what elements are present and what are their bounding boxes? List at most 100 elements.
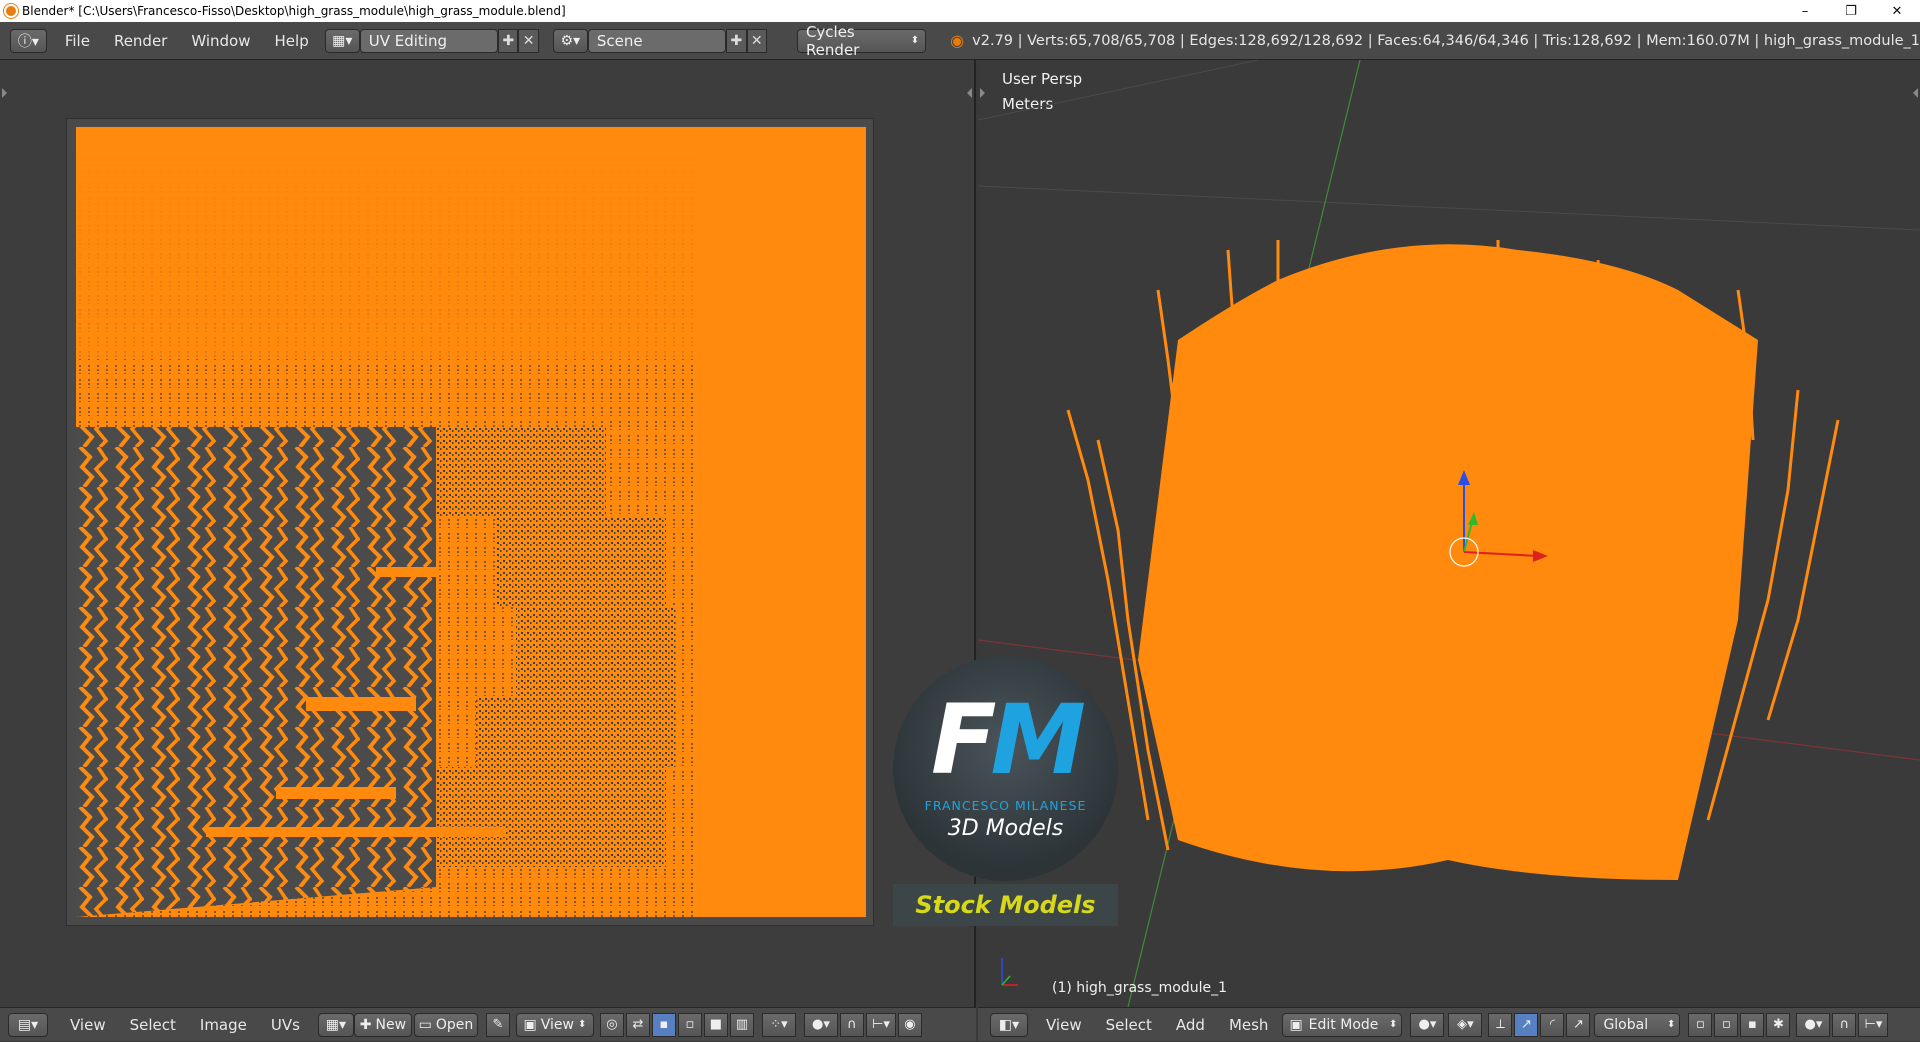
info-icon: ⓘ▾: [17, 33, 39, 50]
screen-layout-browse-button[interactable]: ▦▾: [324, 28, 360, 53]
face-select-icon: ■: [709, 1017, 723, 1032]
proportional-edit-dropdown[interactable]: ●▾: [803, 1012, 838, 1037]
new-image-button[interactable]: ✚ New: [353, 1012, 412, 1037]
render-slot-button[interactable]: ◉: [897, 1012, 922, 1037]
vertex-select-icon: ▪: [659, 1017, 669, 1032]
snap-element-dropdown[interactable]: ⊢▾: [1858, 1012, 1889, 1037]
view-mode-dropdown[interactable]: ▣ View ⬍: [515, 1012, 594, 1037]
proportional-edit-dropdown[interactable]: ●▾: [1796, 1012, 1831, 1037]
sync-icon: ⇄: [632, 1017, 644, 1032]
translate-manipulator-button[interactable]: ↗: [1514, 1012, 1539, 1037]
plus-icon: ✚: [730, 32, 743, 49]
close-icon: ✕: [750, 32, 763, 49]
island-select-icon: ▥: [735, 1017, 749, 1032]
screen-layout-field[interactable]: UV Editing: [359, 28, 499, 53]
image-browse-button[interactable]: ▦▾: [317, 1012, 354, 1037]
region-arrow-icon[interactable]: [962, 88, 972, 98]
add-screen-button[interactable]: ✚: [498, 28, 519, 53]
mode-dropdown[interactable]: ▣ Edit Mode ⬍: [1282, 1012, 1403, 1037]
face-select-button[interactable]: ■: [703, 1012, 728, 1037]
editor-type-button[interactable]: ◧▾: [990, 1012, 1028, 1037]
pivot-dropdown[interactable]: ◈▾: [1448, 1012, 1483, 1037]
blender-logo-icon: [4, 4, 18, 18]
orientation-label: Global: [1603, 1016, 1649, 1033]
edge-select-icon: ▫: [685, 1017, 695, 1032]
vp-menu-view[interactable]: View: [1034, 1008, 1094, 1042]
scene-field[interactable]: Scene: [587, 28, 727, 53]
plus-icon: ✚: [502, 32, 515, 49]
menu-help[interactable]: Help: [263, 22, 321, 60]
add-scene-button[interactable]: ✚: [726, 28, 747, 53]
vp-menu-mesh[interactable]: Mesh: [1217, 1008, 1281, 1042]
viewport-header: ◧▾ View Select Add Mesh ▣ Edit Mode ⬍ ●▾…: [978, 1007, 1920, 1041]
uv-menu-image[interactable]: Image: [188, 1008, 259, 1042]
pin-image-button[interactable]: ✎: [485, 1012, 510, 1037]
editor-type-info-button[interactable]: ⓘ▾: [10, 28, 47, 53]
limit-selection-icon: ✱: [1772, 1017, 1784, 1032]
minimize-button[interactable]: –: [1782, 0, 1828, 22]
render-engine-dropdown[interactable]: Cycles Render ⬍: [796, 23, 927, 59]
snap-element-dropdown[interactable]: ⊢▾: [865, 1012, 896, 1037]
sticky-selection-dropdown[interactable]: ⁘▾: [761, 1012, 796, 1037]
snap-element-icon: ⊢▾: [1864, 1017, 1883, 1032]
info-header: ⓘ▾ File Render Window Help ▦▾ UV Editing…: [0, 22, 1920, 60]
close-button[interactable]: ✕: [1874, 0, 1920, 22]
orientation-dropdown[interactable]: Global ⬍: [1594, 1012, 1681, 1037]
open-image-button[interactable]: ▭ Open: [413, 1012, 478, 1037]
uv-map-canvas[interactable]: [76, 127, 866, 917]
logo-letter-m: M: [990, 684, 1087, 796]
proportional-icon: ●▾: [812, 1017, 830, 1032]
menu-window[interactable]: Window: [179, 22, 262, 60]
island-select-button[interactable]: ▥: [729, 1012, 754, 1037]
axis-indicator: [1001, 958, 1018, 986]
vp-menu-add[interactable]: Add: [1164, 1008, 1217, 1042]
face-select-icon: ▪: [1748, 1017, 1757, 1032]
delete-scene-button[interactable]: ✕: [746, 28, 767, 53]
face-select-button[interactable]: ▪: [1740, 1012, 1765, 1037]
editor-type-button[interactable]: ▤▾: [8, 1012, 48, 1037]
scale-manipulator-button[interactable]: ↗: [1566, 1012, 1591, 1037]
vertex-select-button[interactable]: ▪: [651, 1012, 676, 1037]
pivot-button[interactable]: ◎: [599, 1012, 624, 1037]
scene-browse-button[interactable]: ⚙▾: [552, 28, 588, 53]
translate-arrow-icon: ↗: [1520, 1017, 1532, 1032]
edge-select-button[interactable]: ▫: [1714, 1012, 1739, 1037]
pivot-icon: ◎: [606, 1017, 618, 1032]
plus-icon: ✚: [359, 1016, 372, 1033]
vertex-select-button[interactable]: ▫: [1688, 1012, 1713, 1037]
blender-logo-icon: ◉: [950, 31, 965, 50]
uv-islands-graphic: [76, 127, 866, 917]
rotate-arc-icon: ◜: [1549, 1017, 1555, 1032]
snap-toggle-button[interactable]: ∩: [839, 1012, 864, 1037]
shading-dropdown[interactable]: ●▾: [1410, 1012, 1445, 1037]
solid-sphere-icon: ●▾: [1418, 1017, 1437, 1032]
magnet-icon: ∩: [1839, 1017, 1850, 1032]
image-editor-icon: ▤▾: [17, 1016, 39, 1033]
logo-author-name: FRANCESCO MILANESE: [924, 798, 1087, 813]
uv-image-editor[interactable]: [0, 60, 976, 1007]
folder-icon: ▭: [418, 1016, 432, 1033]
active-object-label: (1) high_grass_module_1: [1052, 980, 1227, 996]
edge-select-button[interactable]: ▫: [677, 1012, 702, 1037]
view-mode-label: View: [540, 1016, 574, 1033]
snap-toggle-button[interactable]: ∩: [1832, 1012, 1857, 1037]
pin-icon: ✎: [492, 1017, 504, 1032]
menu-file[interactable]: File: [53, 22, 102, 60]
3d-view-icon: ◧▾: [998, 1016, 1020, 1033]
uv-menu-uvs[interactable]: UVs: [259, 1008, 312, 1042]
delete-screen-button[interactable]: ✕: [518, 28, 539, 53]
region-arrow-icon[interactable]: [2, 88, 12, 98]
vp-menu-select[interactable]: Select: [1094, 1008, 1164, 1042]
sync-selection-button[interactable]: ⇄: [625, 1012, 650, 1037]
rotate-manipulator-button[interactable]: ◜: [1540, 1012, 1565, 1037]
menu-render[interactable]: Render: [102, 22, 179, 60]
restore-button[interactable]: ❐: [1828, 0, 1874, 22]
render-slot-icon: ◉: [904, 1017, 916, 1032]
uv-menu-view[interactable]: View: [58, 1008, 118, 1042]
3d-viewport[interactable]: User Persp Meters (1) high_grass_module_…: [978, 60, 1920, 1007]
manipulator-toggle[interactable]: ⟂: [1488, 1012, 1513, 1037]
open-image-label: Open: [435, 1016, 474, 1033]
uv-menu-select[interactable]: Select: [118, 1008, 188, 1042]
limit-selection-button[interactable]: ✱: [1766, 1012, 1791, 1037]
render-engine-label: Cycles Render: [805, 22, 860, 59]
